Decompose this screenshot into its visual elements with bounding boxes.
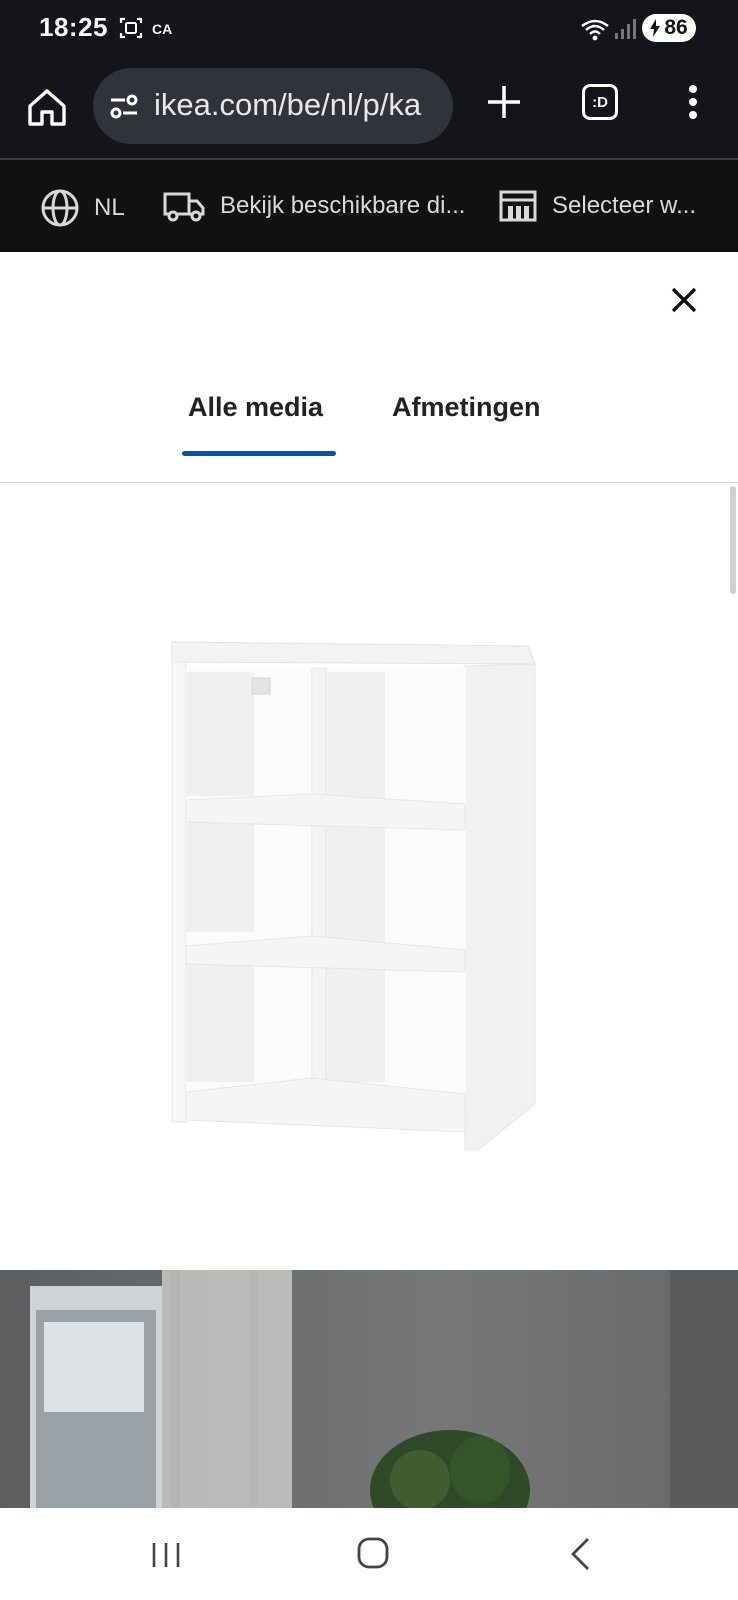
url-text[interactable]: ikea.com/be/nl/p/ka: [154, 87, 440, 123]
tab-alle-media[interactable]: Alle media: [188, 392, 323, 423]
delivery-label: Bekijk beschikbare di...: [220, 192, 466, 219]
home-icon[interactable]: [24, 84, 70, 130]
more-vert-icon[interactable]: [678, 82, 708, 122]
wifi-icon: [581, 19, 609, 41]
recent-apps-icon[interactable]: [148, 1540, 184, 1570]
url-bar[interactable]: ikea.com/be/nl/p/ka: [93, 68, 453, 144]
product-image[interactable]: [160, 632, 550, 1152]
tab-divider: [0, 482, 738, 483]
system-nav-bar: [0, 1508, 738, 1600]
media-modal: Alle media Afmetingen: [0, 252, 738, 1508]
browser-toolbar: ikea.com/be/nl/p/ka :D: [0, 58, 738, 160]
screenshot-icon: [119, 17, 143, 39]
nav-back-icon[interactable]: [568, 1536, 594, 1572]
battery-level: 86: [664, 16, 688, 39]
status-bar: 18:25 CA 86: [0, 0, 738, 58]
site-settings-icon[interactable]: [109, 92, 139, 120]
delivery-link[interactable]: Bekijk beschikbare di...: [162, 188, 465, 224]
globe-icon: [41, 189, 79, 227]
signal-icon: [615, 19, 636, 39]
tab-afmetingen[interactable]: Afmetingen: [392, 392, 541, 423]
tabs-icon[interactable]: :D: [582, 84, 618, 120]
nav-home-icon[interactable]: [356, 1536, 390, 1570]
carrier-badge: CA: [152, 21, 173, 37]
truck-icon: [163, 192, 205, 222]
charging-bolt-icon: [650, 19, 660, 37]
active-tab-indicator: [182, 451, 336, 456]
battery-icon: 86: [642, 14, 696, 42]
language-selector[interactable]: NL: [40, 188, 125, 228]
language-label: NL: [94, 194, 125, 221]
close-icon[interactable]: [664, 280, 704, 320]
store-label: Selecteer w...: [552, 192, 697, 219]
store-selector[interactable]: Selecteer w...: [498, 188, 696, 224]
room-image[interactable]: [0, 1270, 738, 1508]
scrollbar[interactable]: [730, 486, 736, 594]
store-icon: [499, 190, 537, 222]
plus-icon[interactable]: [484, 82, 524, 122]
status-time: 18:25: [39, 12, 108, 42]
room-scene: [30, 1270, 738, 1508]
ikea-top-strip: NL Bekijk beschikbare di... Selecteer w.…: [0, 160, 738, 252]
